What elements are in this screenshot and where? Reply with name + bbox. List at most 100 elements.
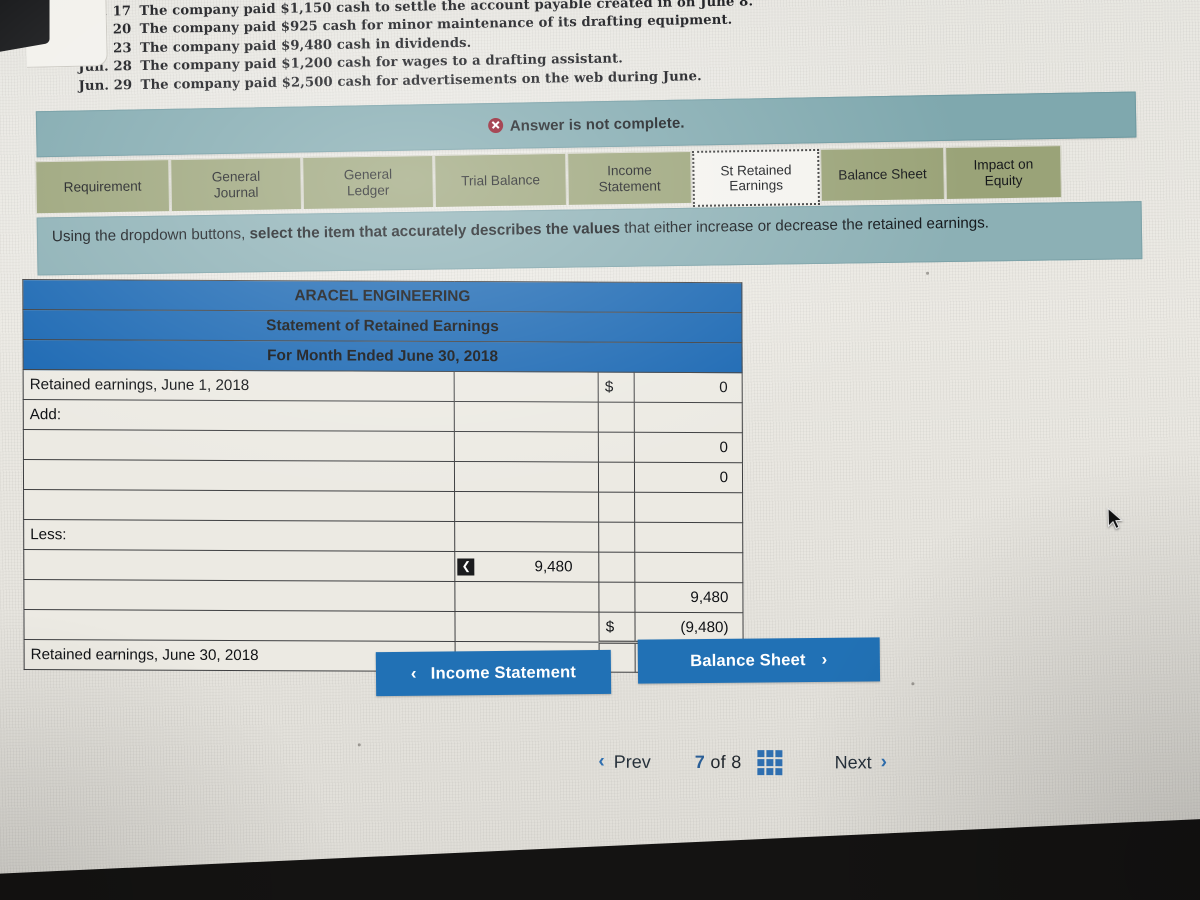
- next-balance-sheet-button[interactable]: Balance Sheet ›: [637, 637, 881, 684]
- row-amount: 0: [634, 432, 743, 463]
- tab-label: Trial Balance: [461, 172, 541, 189]
- row-label[interactable]: [23, 549, 456, 582]
- grid-view-icon[interactable]: [757, 749, 783, 775]
- dropdown-arrow-icon[interactable]: ❮: [457, 557, 475, 576]
- chevron-right-icon: ›: [880, 751, 887, 773]
- row-label[interactable]: [23, 609, 456, 642]
- tab-st-retained-earnings[interactable]: St Retained Earnings: [692, 148, 820, 207]
- next-page-label: Next: [834, 751, 872, 772]
- page-counter: 7 of 8: [695, 751, 742, 772]
- instruction-tail: that either increase or decrease the ret…: [619, 214, 990, 237]
- row-label[interactable]: [23, 429, 455, 462]
- row-mid-value[interactable]: [454, 491, 599, 523]
- tab-label: Requirement: [63, 178, 142, 195]
- table-header-period: For Month Ended June 30, 2018: [23, 339, 743, 373]
- row-currency: [599, 582, 636, 613]
- row-amount: 9,480: [635, 582, 743, 613]
- row-amount: [634, 402, 743, 433]
- tab-label-line2: Equity: [984, 172, 1023, 188]
- prev-income-statement-button[interactable]: ‹ Income Statement: [375, 649, 612, 697]
- transaction-list: Jun. 14The company paid $1,200 cash for …: [77, 0, 959, 97]
- statement-nav-buttons: ‹ Income Statement Balance Sheet ›: [375, 637, 976, 697]
- row-currency: [598, 552, 636, 583]
- monitor-photo: Jun. 14The company paid $1,200 cash for …: [0, 0, 1200, 900]
- total-pages: 8: [731, 751, 742, 772]
- row-mid-value[interactable]: [454, 431, 599, 463]
- table-row[interactable]: ❮ 9,480: [23, 549, 743, 583]
- row-label: Less:: [23, 519, 456, 552]
- screen-surface: Jun. 14The company paid $1,200 cash for …: [0, 0, 1200, 900]
- dust-speck: [115, 652, 119, 656]
- tab-general-ledger[interactable]: General Ledger: [302, 154, 434, 210]
- answer-status-text: Answer is not complete.: [487, 114, 685, 135]
- tab-general-journal[interactable]: General Journal: [170, 157, 302, 212]
- transaction-text: The company paid $9,480 cash in dividend…: [139, 35, 472, 56]
- row-amount: [634, 492, 743, 523]
- row-amount: [634, 522, 743, 553]
- table-row[interactable]: Add:: [23, 399, 743, 433]
- mouse-cursor: [1107, 507, 1123, 530]
- table-row[interactable]: Retained earnings, June 1, 2018 $ 0: [23, 369, 743, 403]
- tab-label-line1: Impact on: [973, 156, 1034, 173]
- statement-title: Statement of Retained Earnings: [22, 309, 743, 343]
- row-label[interactable]: [23, 489, 456, 522]
- exam-page: Jun. 14The company paid $1,200 cash for …: [0, 0, 1200, 895]
- prev-button-label: Income Statement: [430, 662, 577, 683]
- table-row[interactable]: 0: [23, 459, 743, 493]
- chevron-right-icon: ›: [821, 649, 828, 669]
- tab-income-statement[interactable]: Income Statement: [567, 150, 692, 205]
- prev-page-button[interactable]: ‹ Prev: [598, 751, 650, 773]
- chevron-left-icon: ‹: [410, 663, 417, 683]
- dust-speck: [911, 682, 915, 686]
- tab-trial-balance[interactable]: Trial Balance: [434, 152, 567, 207]
- row-mid-value[interactable]: [454, 371, 599, 403]
- row-mid-value[interactable]: [455, 581, 600, 613]
- pagination-bar: ‹ Prev 7 of 8 Next ›: [598, 739, 1068, 786]
- instruction-emphasis: select the item that accurately describe…: [249, 219, 621, 243]
- row-currency: [598, 402, 635, 433]
- table-row-total[interactable]: $ (9,480): [23, 609, 744, 643]
- row-currency: [598, 462, 635, 493]
- next-page-button[interactable]: Next ›: [835, 751, 887, 773]
- row-mid-value[interactable]: [454, 401, 599, 433]
- row-currency: $: [599, 612, 636, 643]
- table-header-company: ARACEL ENGINEERING: [22, 279, 742, 313]
- row-mid-value-dropdown[interactable]: ❮ 9,480: [455, 551, 600, 583]
- tab-label-line1: General: [211, 168, 261, 185]
- tab-label-line1: General: [343, 166, 393, 183]
- row-mid-value[interactable]: [454, 461, 599, 493]
- row-label[interactable]: [23, 579, 456, 612]
- tab-requirement[interactable]: Requirement: [35, 159, 171, 214]
- tab-label-line2: Earnings: [729, 177, 784, 194]
- chevron-left-icon: ‹: [598, 750, 605, 772]
- row-mid-amount: 9,480: [534, 558, 573, 576]
- statement-of-retained-earnings: ARACEL ENGINEERING Statement of Retained…: [22, 279, 744, 674]
- row-currency: [598, 522, 635, 553]
- table-row[interactable]: 0: [23, 429, 743, 463]
- error-x-icon: [487, 117, 503, 133]
- next-button-label: Balance Sheet: [690, 650, 806, 670]
- transaction-date: Jun. 29: [78, 78, 133, 94]
- tab-impact-on-equity[interactable]: Impact on Equity: [945, 145, 1062, 199]
- row-label: Retained earnings, June 1, 2018: [23, 369, 455, 402]
- row-mid-value[interactable]: [455, 611, 600, 643]
- row-mid-value[interactable]: [455, 521, 599, 553]
- company-name: ARACEL ENGINEERING: [22, 279, 742, 313]
- table-row[interactable]: Less:: [23, 519, 743, 553]
- instruction-lead: Using the dropdown buttons,: [51, 225, 250, 246]
- dust-speck: [357, 743, 361, 747]
- row-amount: [634, 552, 743, 583]
- tab-label-line2: Journal: [213, 184, 259, 200]
- tab-label: Balance Sheet: [838, 165, 927, 183]
- table-row[interactable]: 9,480: [23, 579, 743, 613]
- row-label[interactable]: [23, 459, 455, 492]
- tab-balance-sheet[interactable]: Balance Sheet: [820, 146, 945, 201]
- of-label: of: [710, 751, 727, 772]
- table-row[interactable]: [23, 489, 743, 523]
- row-currency: [598, 432, 635, 463]
- answer-status-label: Answer is not complete.: [509, 114, 685, 135]
- row-amount: 0: [634, 372, 743, 403]
- tab-label-line1: St Retained: [720, 161, 792, 178]
- table-header-title: Statement of Retained Earnings: [22, 309, 743, 343]
- current-page: 7: [694, 751, 706, 772]
